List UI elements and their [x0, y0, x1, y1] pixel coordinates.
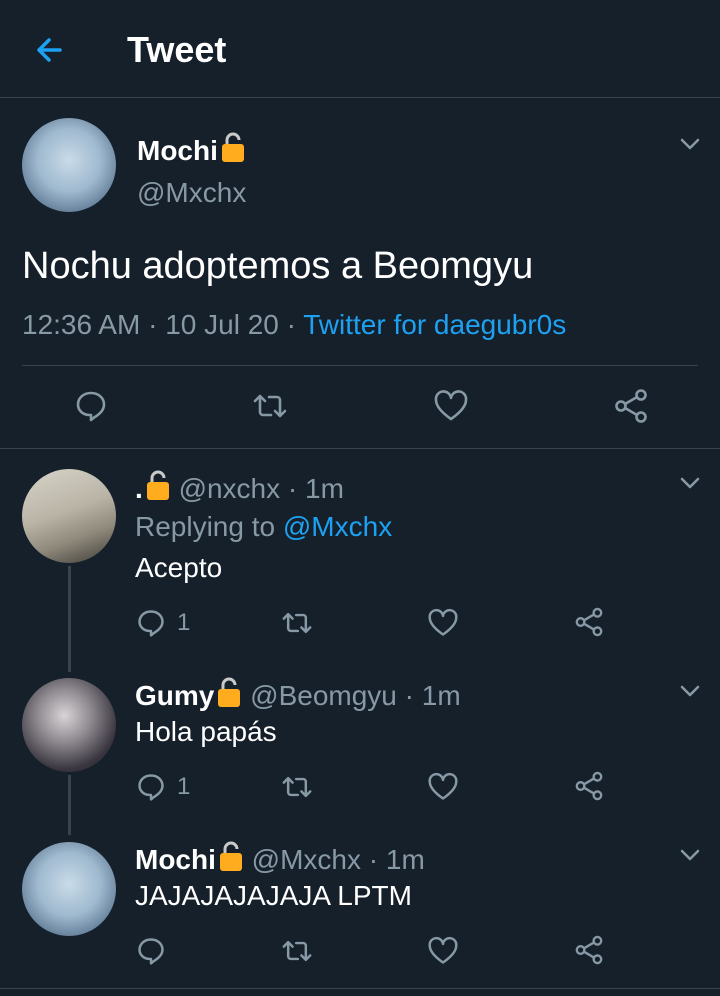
reply-button[interactable]	[136, 608, 166, 638]
share-icon	[575, 935, 603, 965]
share-button[interactable]	[612, 387, 650, 425]
author-name[interactable]: .	[135, 473, 143, 504]
chevron-down-icon	[680, 138, 700, 150]
author-name-row[interactable]: Mochi	[137, 130, 246, 168]
tweet-time: 12:36 AM	[22, 309, 141, 340]
lock-icon	[221, 132, 244, 162]
retweet-icon	[282, 940, 312, 962]
avatar[interactable]	[22, 118, 116, 212]
reply-button[interactable]	[136, 772, 166, 802]
back-button[interactable]	[30, 30, 70, 70]
retweet-icon	[282, 776, 312, 798]
like-icon	[434, 390, 468, 421]
reply-text: Hola papás	[135, 716, 277, 747]
chevron-down-icon	[680, 477, 700, 489]
reply-button[interactable]	[136, 936, 166, 966]
retweet-button[interactable]	[279, 608, 315, 638]
author-name[interactable]: Mochi	[135, 844, 216, 875]
page-title: Tweet	[127, 29, 227, 70]
author-name: Mochi	[137, 135, 218, 166]
share-icon	[615, 389, 647, 423]
back-arrow-icon	[37, 38, 62, 62]
tweet-meta: 12:36 AM · 10 Jul 20 · Twitter for daegu…	[22, 307, 566, 343]
retweet-button[interactable]	[250, 389, 290, 423]
replying-to: Replying to @Mxchx	[135, 510, 392, 544]
top-bar	[0, 0, 720, 98]
meta-separator: ·	[148, 309, 158, 340]
author-handle[interactable]: @Mxchx	[137, 176, 246, 210]
reply-icon	[138, 610, 164, 637]
reply-time: 1m	[305, 473, 344, 504]
share-button[interactable]	[573, 934, 605, 966]
reply-icon	[138, 774, 164, 801]
author-name[interactable]: Gumy	[135, 680, 214, 711]
retweet-icon	[282, 612, 312, 634]
tweet-text: Nochu adoptemos a Beomgyu	[22, 245, 534, 287]
divider	[22, 365, 698, 366]
meta-separator: ·	[404, 680, 414, 711]
like-icon	[428, 772, 458, 800]
like-icon	[428, 608, 458, 636]
lock-icon	[146, 470, 169, 500]
avatar[interactable]	[22, 469, 116, 563]
tweet-options-button[interactable]	[679, 844, 701, 866]
meta-separator: ·	[286, 309, 296, 340]
reply-text: JAJAJAJAJAJA LPTM	[135, 880, 412, 911]
reply-header: . @nxchx · 1m	[135, 468, 344, 506]
chevron-down-icon	[680, 849, 700, 861]
like-button[interactable]	[427, 936, 459, 966]
tweet-source-link[interactable]: Twitter for daegubr0s	[303, 309, 566, 340]
lock-icon	[219, 841, 242, 871]
like-button[interactable]	[427, 772, 459, 802]
share-button[interactable]	[573, 770, 605, 802]
lock-icon	[218, 677, 241, 707]
tweet-options-button[interactable]	[679, 133, 701, 155]
reply-button[interactable]	[74, 389, 108, 423]
reply-count: 1	[177, 773, 191, 800]
divider	[0, 988, 720, 989]
thread-line	[68, 775, 71, 835]
avatar[interactable]	[22, 842, 116, 936]
author-handle[interactable]: @nxchx	[179, 473, 281, 504]
divider	[0, 448, 720, 449]
replying-to-label: Replying to	[135, 511, 276, 542]
replying-to-handle[interactable]: @Mxchx	[283, 511, 392, 542]
meta-separator: ·	[368, 844, 379, 875]
reply-count: 1	[177, 609, 191, 636]
author-handle[interactable]: @Mxchx	[252, 844, 361, 875]
reply-header: Mochi @Mxchx · 1m	[135, 839, 425, 877]
retweet-button[interactable]	[279, 772, 315, 802]
tweet-date: 10 Jul 20	[165, 309, 279, 340]
retweet-icon	[253, 394, 287, 418]
share-icon	[575, 607, 603, 637]
reply-time: 1m	[421, 680, 461, 711]
retweet-button[interactable]	[279, 936, 315, 966]
chevron-down-icon	[680, 685, 700, 697]
like-button[interactable]	[433, 389, 469, 423]
share-icon	[575, 771, 603, 801]
avatar[interactable]	[22, 678, 116, 772]
like-icon	[428, 936, 458, 964]
author-handle[interactable]: @Beomgyu	[250, 680, 397, 711]
reply-time: 1m	[385, 844, 425, 875]
tweet-options-button[interactable]	[679, 680, 701, 702]
share-button[interactable]	[573, 606, 605, 638]
meta-separator: ·	[287, 473, 298, 504]
reply-text: Acepto	[135, 552, 223, 583]
tweet-options-button[interactable]	[679, 472, 701, 494]
like-button[interactable]	[427, 608, 459, 638]
reply-header: Gumy @Beomgyu · 1m	[135, 675, 461, 713]
reply-icon	[138, 938, 164, 965]
thread-line	[68, 566, 71, 672]
reply-icon	[76, 391, 106, 422]
